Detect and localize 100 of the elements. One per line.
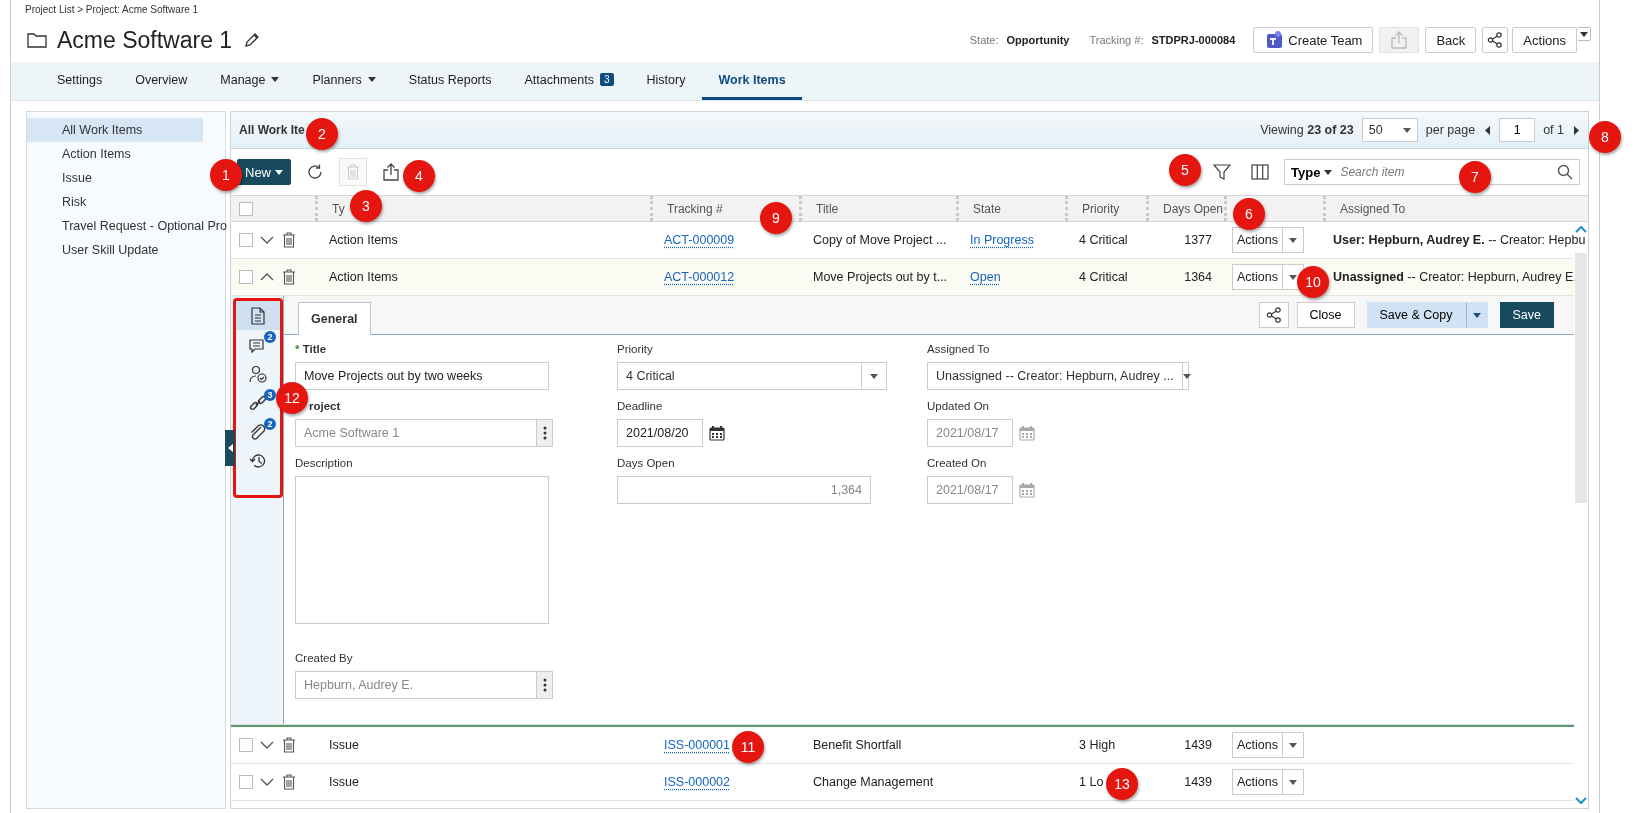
state-link[interactable]: In Progress: [970, 233, 1034, 247]
description-field[interactable]: [295, 476, 549, 624]
row-checkbox[interactable]: [239, 775, 253, 789]
state-link[interactable]: Open: [970, 270, 1001, 284]
select-field[interactable]: 4 Critical: [617, 362, 887, 390]
sidebar-item[interactable]: Action Items: [27, 142, 203, 166]
assigned-to-cell-text: Unassigned -- Creator: Hepburn, Audrey E.: [1332, 270, 1577, 284]
row-checkbox[interactable]: [239, 233, 253, 247]
grid-title: All Work Ite: [239, 123, 305, 137]
scrollbar-thumb[interactable]: [1575, 253, 1587, 503]
caret-icon: [275, 169, 283, 175]
field-label: Created On: [927, 457, 987, 471]
actions-button[interactable]: Actions: [1232, 264, 1304, 290]
type-cell-text: Issue: [328, 775, 359, 789]
nav-tab[interactable]: Planners: [296, 62, 392, 100]
tracking-link[interactable]: ACT-000009: [664, 233, 735, 247]
new-button[interactable]: New: [237, 159, 291, 185]
actions-button[interactable]: Actions: [1512, 27, 1577, 53]
column-header[interactable]: Assigned To: [1340, 201, 1406, 216]
nav-tab[interactable]: History: [630, 62, 702, 100]
column-header[interactable]: Days Open: [1163, 201, 1224, 216]
type-dropdown[interactable]: Type: [1291, 164, 1333, 180]
more-button[interactable]: [537, 671, 553, 699]
title-field[interactable]: Move Projects out by two weeks: [295, 362, 549, 390]
save-button[interactable]: Save: [1499, 302, 1554, 328]
sidebar-item[interactable]: User Skill Update: [27, 238, 203, 262]
days-open-cell-text: 1364: [1183, 270, 1213, 284]
sidebar-item[interactable]: Issue: [27, 166, 203, 190]
share-button[interactable]: [1482, 27, 1509, 53]
assigned-to-cell-text: User: Hepburn, Audrey E. -- Creator: Hepbu: [1332, 233, 1586, 247]
number-callout: 11: [732, 731, 764, 763]
share-button[interactable]: [1258, 302, 1289, 328]
nav-tab[interactable]: Manage: [204, 62, 296, 100]
number-callout: 7: [1459, 161, 1491, 193]
nav-tab[interactable]: Work Items: [702, 62, 802, 100]
delete-row-button[interactable]: [281, 268, 297, 286]
row-checkbox[interactable]: [239, 738, 253, 752]
column-header[interactable]: Tracking #: [667, 201, 723, 216]
select-all-checkbox[interactable]: [239, 201, 253, 216]
select-field[interactable]: Unassigned -- Creator: Hepburn, Audrey ...: [927, 362, 1189, 390]
field-label: Description: [295, 457, 353, 471]
side-tab[interactable]: 2: [236, 330, 280, 359]
collapse-handle[interactable]: [225, 430, 235, 466]
share-icon: [1265, 307, 1282, 323]
nav-tab[interactable]: Status Reports: [392, 62, 508, 100]
nav-tab[interactable]: Settings: [41, 62, 119, 100]
row-checkbox[interactable]: [239, 270, 253, 284]
actions-button[interactable]: Actions: [1232, 227, 1304, 253]
days-open-cell-text: 1439: [1183, 738, 1213, 752]
columns-icon: [1251, 163, 1269, 181]
next-icon: [1573, 125, 1579, 135]
field-label: Updated On: [927, 400, 989, 414]
column-header[interactable]: Priority: [1082, 201, 1120, 216]
delete-row-button[interactable]: [281, 231, 297, 249]
nav-tab[interactable]: Overview: [119, 62, 204, 100]
field-label: Assigned To: [927, 343, 990, 357]
number-callout: 13: [1106, 768, 1138, 800]
page-count: of 1: [1543, 123, 1564, 137]
sidebar-item[interactable]: All Work Items: [27, 118, 203, 142]
title-cell-text: Move Projects out by t...: [812, 270, 948, 284]
field-label: roject: [308, 400, 341, 414]
pencil-icon: [244, 32, 261, 48]
share-icon: [1487, 32, 1504, 48]
trash-icon: [282, 737, 296, 753]
per-page-label: per page: [1425, 123, 1476, 137]
save-copy-button[interactable]: Save & Copy: [1366, 302, 1466, 328]
date-field[interactable]: 2021/08/20: [617, 419, 703, 447]
tracking-link[interactable]: ISS-000001: [664, 738, 731, 752]
delete-row-button[interactable]: [281, 773, 297, 791]
actions-button[interactable]: Actions: [1232, 732, 1304, 758]
form-tab[interactable]: General: [298, 302, 371, 335]
nav-tab[interactable]: Attachments 3: [508, 62, 630, 100]
chevron-up-icon: [260, 273, 274, 281]
column-header[interactable]: Ty: [332, 201, 345, 216]
more-button[interactable]: [537, 419, 553, 447]
create-team-button[interactable]: Create Team: [1253, 27, 1374, 53]
per-page-select[interactable]: 50: [1361, 118, 1418, 142]
dropdown-button[interactable]: [1577, 27, 1591, 41]
side-tab[interactable]: [236, 301, 280, 330]
title-cell-text: Change Management: [812, 775, 934, 789]
sidebar-item[interactable]: Risk: [27, 190, 203, 214]
tracking-link[interactable]: ISS-000002: [664, 775, 731, 789]
page-title: Acme Software 1: [57, 26, 233, 54]
export-icon: [382, 163, 400, 181]
tracking-link[interactable]: ACT-000012: [664, 270, 735, 284]
side-tab[interactable]: 2: [236, 417, 280, 446]
dropdown-button[interactable]: [1465, 302, 1488, 328]
refresh-icon: [306, 163, 324, 181]
page-field[interactable]: 1: [1499, 118, 1536, 142]
sidebar-item[interactable]: Travel Request - Optional Pro: [27, 214, 227, 238]
trash-icon: [282, 232, 296, 248]
close-button[interactable]: Close: [1296, 302, 1355, 328]
column-header[interactable]: Title: [816, 201, 839, 216]
field-label: Deadline: [617, 400, 663, 414]
delete-row-button[interactable]: [281, 736, 297, 754]
actions-button[interactable]: Actions: [1232, 769, 1304, 795]
back-button[interactable]: Back: [1425, 27, 1477, 53]
caret-icon: [1289, 742, 1297, 748]
scroll-down-icon: [1575, 797, 1587, 804]
column-header[interactable]: State: [973, 201, 1002, 216]
